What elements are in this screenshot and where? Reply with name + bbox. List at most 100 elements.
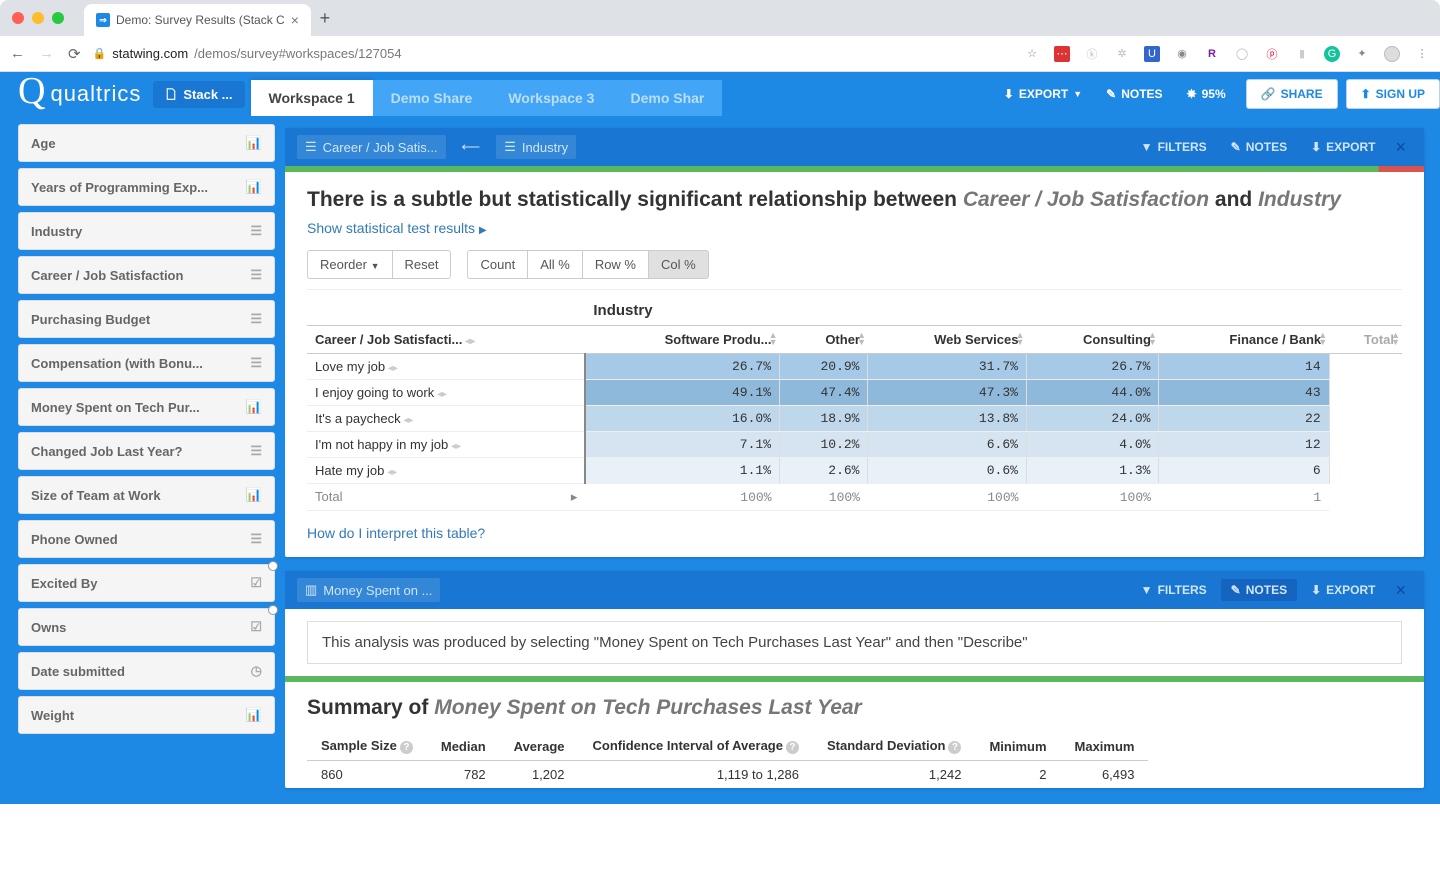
- variable-item[interactable]: Size of Team at Work📊: [18, 476, 275, 514]
- variable-item[interactable]: Purchasing Budget☰: [18, 300, 275, 338]
- variable-item[interactable]: Phone Owned ☰: [18, 520, 275, 558]
- workspace-tab[interactable]: Workspace 1: [251, 80, 373, 116]
- notes-button[interactable]: ✎ NOTES: [1094, 79, 1174, 109]
- close-card-icon[interactable]: ×: [1389, 580, 1412, 601]
- variable-item[interactable]: Years of Programming Exp...📊: [18, 168, 275, 206]
- variable-item[interactable]: Age📊: [18, 124, 275, 162]
- new-tab-button[interactable]: +: [311, 8, 339, 29]
- chevron-right-icon: ▶: [479, 225, 487, 236]
- column-header[interactable]: Total▲▼: [1329, 326, 1402, 354]
- list-icon: ☰: [250, 531, 262, 547]
- chart-icon: ▥: [305, 582, 317, 598]
- row-label[interactable]: Love my job ◂▸: [307, 354, 585, 380]
- address-bar[interactable]: 🔒 statwing.com/demos/survey#workspaces/1…: [93, 46, 402, 61]
- close-card-icon[interactable]: ×: [1389, 137, 1412, 158]
- maximize-window[interactable]: [52, 12, 64, 24]
- forward-icon[interactable]: →: [39, 45, 54, 63]
- file-button[interactable]: Stack ...: [153, 81, 244, 108]
- row-label[interactable]: It's a paycheck ◂▸: [307, 406, 585, 432]
- variable-label: Phone Owned: [31, 532, 118, 547]
- ext-icon[interactable]: U: [1144, 46, 1160, 62]
- back-icon[interactable]: ←: [10, 45, 25, 63]
- breadcrumb-chip[interactable]: ☰ Career / Job Satis...: [297, 135, 446, 159]
- row-label[interactable]: I'm not happy in my job ◂▸: [307, 432, 585, 458]
- column-header[interactable]: Software Produ...▲▼: [585, 326, 779, 354]
- workspace-tab[interactable]: Workspace 3: [490, 80, 612, 116]
- all-percent-button[interactable]: All %: [527, 250, 582, 279]
- notes-button[interactable]: ✎NOTES: [1221, 136, 1297, 158]
- bookmark-icon[interactable]: ▮: [1294, 46, 1310, 62]
- ext-icon[interactable]: ⓚ: [1084, 46, 1100, 62]
- workspace-tab[interactable]: Demo Shar: [612, 80, 722, 116]
- confidence-button[interactable]: ✸ 95%: [1175, 79, 1238, 109]
- extensions-icon[interactable]: ✦: [1354, 46, 1370, 62]
- column-super-header: Industry: [585, 296, 1329, 326]
- interpret-link[interactable]: How do I interpret this table?: [307, 525, 485, 541]
- list-icon: ☰: [504, 139, 516, 155]
- ext-icon[interactable]: ◯: [1234, 46, 1250, 62]
- chart-icon: 📊: [246, 707, 262, 723]
- column-header[interactable]: Web Services▲▼: [868, 326, 1026, 354]
- ext-icon[interactable]: ✲: [1114, 46, 1130, 62]
- filters-button[interactable]: ▼FILTERS: [1131, 579, 1217, 601]
- table-controls: Reorder ▼ Reset Count All % Row % Col %: [307, 250, 1402, 290]
- close-tab-icon[interactable]: ×: [291, 12, 299, 28]
- summary-value: 1,242: [813, 761, 975, 789]
- reorder-button[interactable]: Reorder ▼: [307, 250, 392, 279]
- column-header[interactable]: Other▲▼: [780, 326, 868, 354]
- cell-value: 1: [1159, 484, 1329, 511]
- chart-icon: 📊: [246, 179, 262, 195]
- close-window[interactable]: [12, 12, 24, 24]
- notes-button[interactable]: ✎NOTES: [1221, 579, 1297, 601]
- variable-item[interactable]: Money Spent on Tech Pur...📊: [18, 388, 275, 426]
- help-icon[interactable]: ?: [948, 741, 961, 754]
- filters-button[interactable]: ▼FILTERS: [1131, 136, 1217, 158]
- count-button[interactable]: Count: [467, 250, 527, 279]
- show-test-link[interactable]: Show statistical test results ▶: [307, 220, 487, 236]
- camera-icon[interactable]: ◉: [1174, 46, 1190, 62]
- check-icon: ☑: [250, 619, 262, 635]
- ext-icon[interactable]: ⋯: [1054, 46, 1070, 62]
- reset-button[interactable]: Reset: [392, 250, 452, 279]
- grammarly-icon[interactable]: G: [1324, 46, 1340, 62]
- table-row: I enjoy going to work ◂▸49.1%47.4%47.3%4…: [307, 380, 1402, 406]
- variable-item[interactable]: Excited By☑: [18, 564, 275, 602]
- workspace-tab[interactable]: Demo Share: [373, 80, 491, 116]
- minimize-window[interactable]: [32, 12, 44, 24]
- menu-icon[interactable]: ⋮: [1414, 46, 1430, 62]
- row-header[interactable]: Career / Job Satisfacti... ◂▸: [307, 326, 585, 354]
- breadcrumb-chip[interactable]: ☰ Industry: [496, 135, 576, 159]
- variable-item[interactable]: Date submitted◷: [18, 652, 275, 690]
- sort-icon: ▲▼: [1148, 332, 1157, 346]
- column-header[interactable]: Consulting▲▼: [1026, 326, 1159, 354]
- summary-value: 1,202: [500, 761, 579, 789]
- variable-item[interactable]: Industry☰: [18, 212, 275, 250]
- share-button[interactable]: 🔗 SHARE: [1246, 79, 1338, 109]
- reload-icon[interactable]: ⟳: [68, 45, 81, 63]
- export-button[interactable]: ⬇ EXPORT ▼: [992, 79, 1094, 109]
- help-icon[interactable]: ?: [786, 741, 799, 754]
- variable-item[interactable]: Changed Job Last Year?☰: [18, 432, 275, 470]
- browser-tab[interactable]: ⇒ Demo: Survey Results (Stack C ×: [84, 4, 311, 36]
- arrow-swap-icon[interactable]: ⟵: [456, 137, 487, 157]
- star-icon[interactable]: ☆: [1024, 46, 1040, 62]
- column-header[interactable]: Finance / Bank▲▼: [1159, 326, 1329, 354]
- analysis-note[interactable]: This analysis was produced by selecting …: [307, 621, 1402, 664]
- variable-item[interactable]: Owns☑: [18, 608, 275, 646]
- ext-icon[interactable]: R: [1204, 46, 1220, 62]
- row-label[interactable]: I enjoy going to work ◂▸: [307, 380, 585, 406]
- col-percent-button[interactable]: Col %: [648, 250, 709, 279]
- breadcrumb-chip[interactable]: ▥ Money Spent on ...: [297, 578, 440, 602]
- profile-avatar[interactable]: [1384, 46, 1400, 62]
- row-label[interactable]: Hate my job ◂▸: [307, 458, 585, 484]
- export-button[interactable]: ⬇EXPORT: [1301, 136, 1385, 158]
- row-percent-button[interactable]: Row %: [582, 250, 648, 279]
- list-icon: ☰: [250, 311, 262, 327]
- export-button[interactable]: ⬇EXPORT: [1301, 579, 1385, 601]
- variable-item[interactable]: Weight📊: [18, 696, 275, 734]
- help-icon[interactable]: ?: [400, 741, 413, 754]
- variable-item[interactable]: Compensation (with Bonu...☰: [18, 344, 275, 382]
- variable-item[interactable]: Career / Job Satisfaction☰: [18, 256, 275, 294]
- signup-button[interactable]: ⬆ SIGN UP: [1346, 79, 1440, 109]
- pinterest-icon[interactable]: ⓟ: [1264, 46, 1280, 62]
